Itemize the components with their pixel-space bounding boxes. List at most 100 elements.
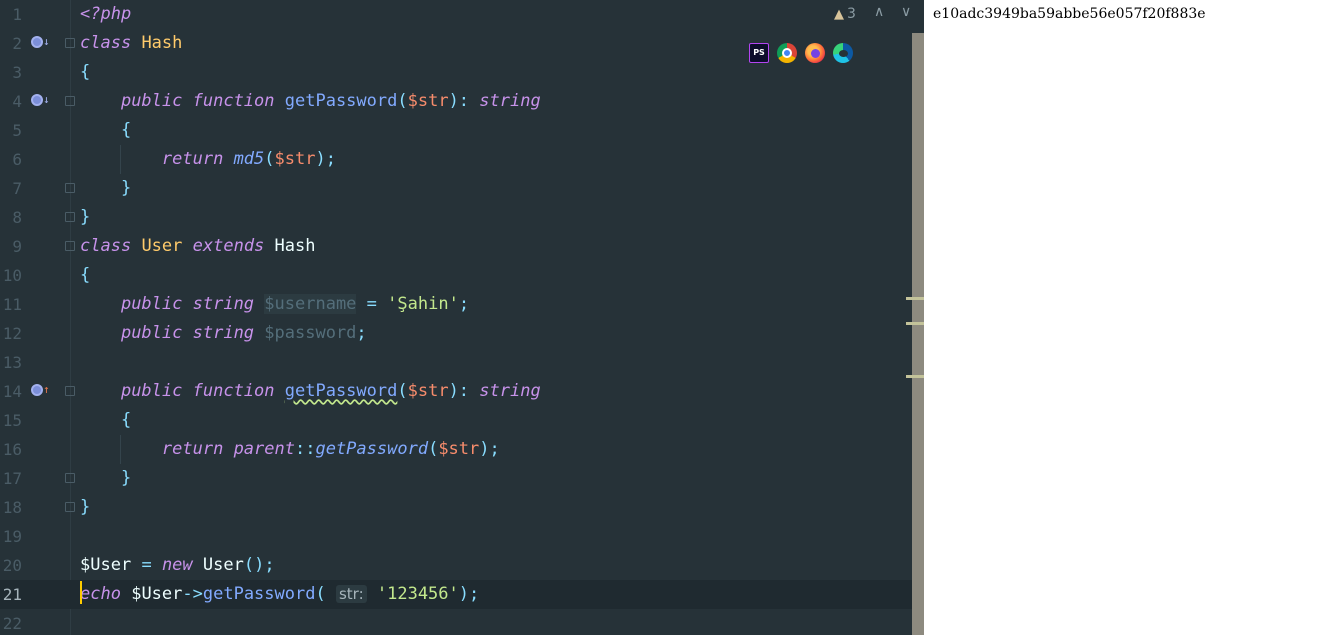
- code-line[interactable]: 14 public function getPassword($str): st…: [0, 377, 912, 406]
- code-line[interactable]: 11 public string $username = 'Şahin';: [0, 290, 912, 319]
- fold-toggle[interactable]: [65, 502, 75, 512]
- code-line[interactable]: 17 }: [0, 464, 912, 493]
- fold-toggle[interactable]: [65, 473, 75, 483]
- punctuation: (: [397, 381, 408, 401]
- brace: {: [120, 120, 132, 140]
- phpstorm-icon[interactable]: PS: [749, 43, 769, 63]
- edge-icon[interactable]: [833, 43, 853, 63]
- warning-stripe-marker[interactable]: [906, 322, 924, 325]
- line-number: 15: [2, 411, 22, 430]
- brace: }: [120, 178, 132, 198]
- code-line[interactable]: 20 $User = new User();: [0, 551, 912, 580]
- fold-toggle[interactable]: [65, 212, 75, 222]
- code-line-current[interactable]: 21 echo $User->getPassword( str: '123456…: [0, 580, 912, 609]
- code-line[interactable]: 12 public string $password;: [0, 319, 912, 348]
- code-line[interactable]: 5 {: [0, 116, 912, 145]
- line-number: 21: [2, 585, 22, 604]
- warning-stripe-marker[interactable]: [906, 375, 924, 378]
- code-line[interactable]: 1 <?php: [0, 0, 912, 29]
- punctuation: ):: [448, 91, 470, 111]
- code-line[interactable]: 7 }: [0, 174, 912, 203]
- string-literal: 'Şahin': [387, 294, 459, 314]
- keyword: public: [120, 294, 183, 314]
- line-number: 4: [12, 92, 22, 111]
- line-number: 22: [2, 614, 22, 633]
- implemented-method-icon[interactable]: [31, 36, 43, 48]
- class-name: Hash: [141, 33, 183, 53]
- return-type: string: [479, 381, 541, 401]
- code-line[interactable]: 18 }: [0, 493, 912, 522]
- function-name: getPassword: [284, 91, 398, 111]
- class-name: User: [141, 236, 183, 256]
- line-number: 20: [2, 556, 22, 575]
- warning-stripe-marker[interactable]: [906, 297, 924, 300]
- fold-toggle[interactable]: [65, 183, 75, 193]
- line-number: 13: [2, 353, 22, 372]
- punctuation: );: [458, 584, 480, 604]
- punctuation: ):: [448, 381, 470, 401]
- line-number: 11: [2, 295, 22, 314]
- variable: $str: [407, 91, 449, 111]
- line-number: 7: [12, 179, 22, 198]
- fold-toggle[interactable]: [65, 96, 75, 106]
- keyword: extends: [192, 236, 265, 256]
- code-line[interactable]: 8 }: [0, 203, 912, 232]
- line-number: 12: [2, 324, 22, 343]
- code-line[interactable]: 9 class User extends Hash: [0, 232, 912, 261]
- punctuation: (: [315, 584, 326, 604]
- warning-triangle-icon: ▲: [834, 6, 844, 22]
- code-line[interactable]: 19: [0, 522, 912, 551]
- line-number: 14: [2, 382, 22, 401]
- keyword: public: [120, 381, 183, 401]
- overridden-method-icon[interactable]: [31, 94, 43, 106]
- inspection-widget[interactable]: ▲ 3: [834, 6, 856, 22]
- variable: $User: [80, 555, 132, 575]
- line-number: 10: [2, 266, 22, 285]
- code-line[interactable]: 13: [0, 348, 912, 377]
- return-type: string: [479, 91, 541, 111]
- code-line[interactable]: 4 public function getPassword($str): str…: [0, 87, 912, 116]
- punctuation: (: [428, 439, 439, 459]
- code-editor[interactable]: 1 <?php 2 class Hash 3 { 4 public functi…: [0, 0, 924, 635]
- punctuation: );: [479, 439, 500, 459]
- next-highlight-button[interactable]: ∨: [901, 4, 911, 20]
- fold-toggle[interactable]: [65, 241, 75, 251]
- firefox-icon[interactable]: [805, 43, 825, 63]
- punctuation: ;: [356, 323, 367, 343]
- previous-highlight-button[interactable]: ∧: [874, 4, 884, 20]
- keyword: echo: [80, 584, 121, 604]
- php-open-tag: <?php: [80, 4, 132, 24]
- code-line[interactable]: 10 {: [0, 261, 912, 290]
- keyword: public: [120, 323, 183, 343]
- type: string: [192, 294, 255, 314]
- keyword: parent: [233, 439, 295, 459]
- punctuation: (: [264, 149, 275, 169]
- fold-toggle[interactable]: [65, 38, 75, 48]
- keyword: return: [161, 439, 224, 459]
- code-line[interactable]: 22: [0, 609, 912, 635]
- keyword: return: [161, 149, 224, 169]
- line-number: 1: [12, 5, 22, 24]
- fold-toggle[interactable]: [65, 386, 75, 396]
- line-number: 5: [12, 121, 22, 140]
- punctuation: ::: [294, 439, 316, 459]
- line-number: 17: [2, 469, 22, 488]
- arrow-down-icon: ↓: [43, 35, 50, 48]
- keyword: function: [192, 91, 275, 111]
- variable: $password: [264, 323, 357, 343]
- punctuation: ;: [458, 294, 470, 314]
- operator: =: [141, 555, 152, 575]
- operator: ->: [182, 584, 203, 604]
- chrome-icon[interactable]: [777, 43, 797, 63]
- variable: $str: [438, 439, 480, 459]
- vertical-scrollbar[interactable]: [912, 33, 924, 635]
- overriding-method-icon[interactable]: [31, 384, 43, 396]
- code-line[interactable]: 15 {: [0, 406, 912, 435]
- variable: $username: [264, 294, 357, 314]
- brace: {: [80, 62, 91, 82]
- code-line[interactable]: 6 return md5($str);: [0, 145, 912, 174]
- operator: =: [366, 294, 377, 314]
- brace: }: [80, 497, 91, 517]
- function-call: md5: [233, 149, 265, 169]
- code-line[interactable]: 16 return parent::getPassword($str);: [0, 435, 912, 464]
